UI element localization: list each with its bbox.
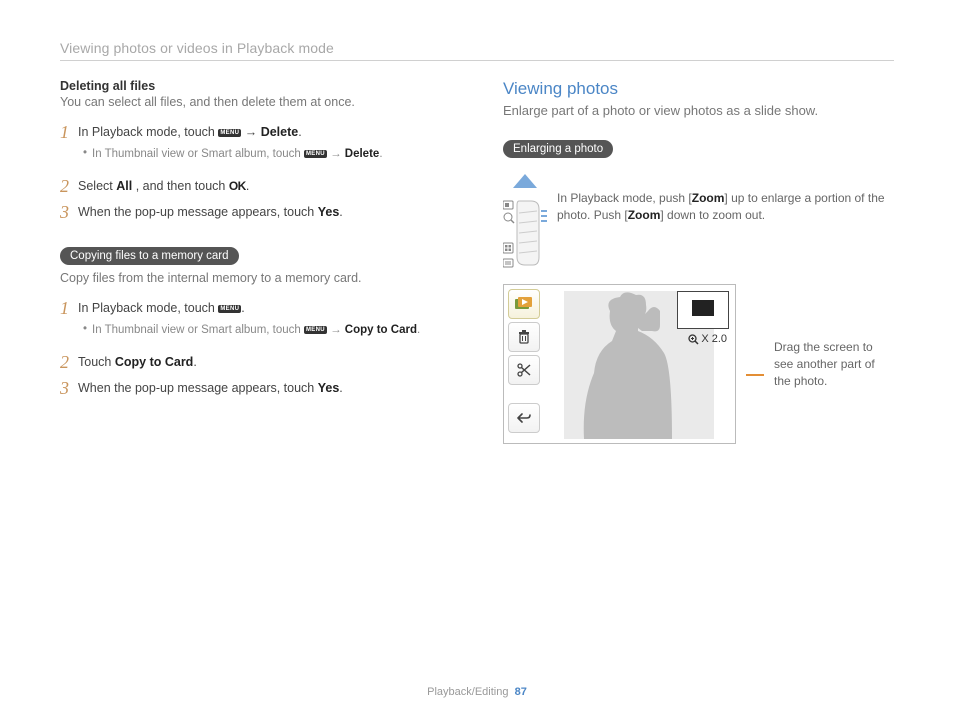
right-column: Viewing photos Enlarge part of a photo o…	[503, 79, 894, 444]
step-number: 3	[60, 379, 78, 397]
menu-icon: MENU	[218, 129, 241, 137]
delete-button[interactable]	[508, 322, 540, 352]
delete-step-2: 2 Select All , and then touch OK.	[60, 177, 451, 195]
text: ] down to zoom out.	[660, 208, 765, 222]
navigator-box[interactable]	[677, 291, 729, 329]
slideshow-icon	[515, 297, 533, 311]
zoom-lever-block: In Playback mode, push [Zoom] up to enla…	[503, 174, 894, 274]
bold: Copy to Card	[115, 355, 193, 369]
bold: Yes	[318, 205, 340, 219]
text: .	[193, 355, 196, 369]
text: When the pop-up message appears, touch	[78, 205, 318, 219]
copying-desc: Copy files from the internal memory to a…	[60, 271, 451, 285]
bold: Delete	[261, 125, 299, 139]
bullet-icon: •	[78, 321, 92, 337]
text: In Thumbnail view or Smart album, touch	[92, 148, 304, 160]
back-button[interactable]	[508, 403, 540, 433]
page-number: 87	[515, 686, 527, 698]
step-number: 2	[60, 353, 78, 371]
step-number: 1	[60, 123, 78, 141]
text: Touch	[78, 355, 115, 369]
arrow-up-icon	[503, 174, 547, 192]
zoom-level: X 2.0	[688, 333, 727, 345]
ok-icon: OK	[229, 177, 246, 195]
text: In Playback mode, push [	[557, 191, 692, 205]
bold: Zoom	[628, 208, 661, 222]
delete-step-1: 1 In Playback mode, touch MENU → Delete.…	[60, 123, 451, 169]
footer-section: Playback/Editing	[427, 686, 508, 698]
text: When the pop-up message appears, touch	[78, 381, 318, 395]
bold: Yes	[318, 381, 340, 395]
camera-screen: X 2.0	[503, 284, 736, 444]
step-number: 2	[60, 177, 78, 195]
text: In Thumbnail view or Smart album, touch	[92, 324, 304, 336]
scissors-icon	[517, 363, 531, 377]
copy-step-1-note: • In Thumbnail view or Smart album, touc…	[78, 321, 451, 339]
viewing-desc: Enlarge part of a photo or view photos a…	[503, 103, 894, 118]
header-rule	[60, 60, 894, 61]
text: →	[330, 148, 345, 160]
delete-step-1-note: • In Thumbnail view or Smart album, touc…	[78, 145, 451, 163]
text: .	[417, 324, 420, 336]
deleting-desc: You can select all files, and then delet…	[60, 95, 451, 109]
text: .	[339, 381, 342, 395]
zoom-lever-icon	[503, 199, 547, 269]
text: →	[245, 125, 261, 139]
enlarging-pill: Enlarging a photo	[503, 140, 613, 158]
text: .	[298, 125, 301, 139]
edit-button[interactable]	[508, 355, 540, 385]
zoom-value: X 2.0	[701, 333, 727, 345]
step-number: 3	[60, 203, 78, 221]
copying-pill: Copying files to a memory card	[60, 247, 239, 265]
copy-step-3: 3 When the pop-up message appears, touch…	[60, 379, 451, 397]
callout-line	[746, 374, 764, 376]
text: In Playback mode, touch	[78, 125, 218, 139]
menu-icon: MENU	[304, 326, 327, 334]
toolbar	[508, 289, 538, 433]
delete-step-3: 3 When the pop-up message appears, touch…	[60, 203, 451, 221]
bold: Delete	[345, 148, 380, 160]
page-footer: Playback/Editing 87	[0, 686, 954, 698]
slideshow-button[interactable]	[508, 289, 540, 319]
text: .	[379, 148, 382, 160]
bold: Zoom	[692, 191, 725, 205]
text: .	[246, 179, 249, 193]
menu-icon: MENU	[304, 150, 327, 158]
navigator-viewport	[692, 300, 714, 316]
menu-icon: MENU	[218, 305, 241, 313]
copy-step-2: 2 Touch Copy to Card.	[60, 353, 451, 371]
copy-step-1: 1 In Playback mode, touch MENU. • In Thu…	[60, 299, 451, 345]
text: Select	[78, 179, 116, 193]
zoom-instruction: In Playback mode, push [Zoom] up to enla…	[557, 174, 894, 224]
deleting-title: Deleting all files	[60, 79, 451, 93]
left-column: Deleting all files You can select all fi…	[60, 79, 451, 444]
drag-callout: Drag the screen to see another part of t…	[774, 339, 894, 390]
viewing-title: Viewing photos	[503, 79, 894, 99]
text: .	[241, 301, 244, 315]
text: In Playback mode, touch	[78, 301, 218, 315]
text: .	[339, 205, 342, 219]
text: , and then touch	[136, 179, 229, 193]
bullet-icon: •	[78, 145, 92, 161]
back-icon	[517, 411, 531, 425]
zoom-lever-illustration	[503, 174, 547, 274]
magnifier-icon	[688, 334, 699, 345]
text: →	[330, 324, 345, 336]
trash-icon	[517, 330, 531, 344]
page-header: Viewing photos or videos in Playback mod…	[60, 40, 894, 56]
step-number: 1	[60, 299, 78, 317]
bold: Copy to Card	[345, 324, 417, 336]
bold: All	[116, 179, 132, 193]
